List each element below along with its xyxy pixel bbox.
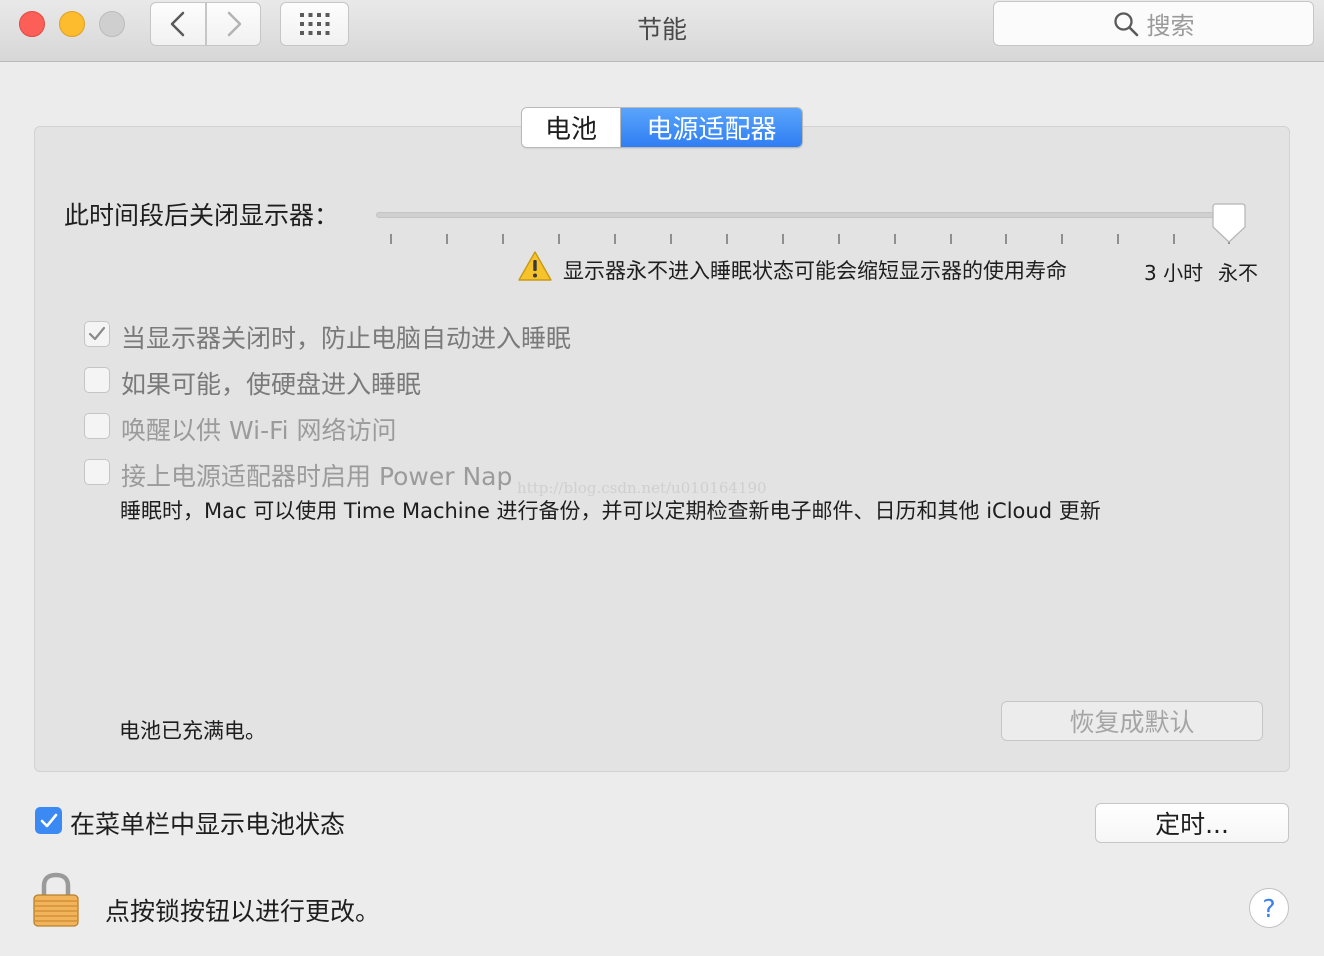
schedule-button[interactable]: 定时... bbox=[1095, 803, 1289, 843]
display-sleep-warning: 显示器永不进入睡眠状态可能会缩短显示器的使用寿命 bbox=[563, 259, 1067, 283]
power-nap-description: 睡眠时，Mac 可以使用 Time Machine 进行备份，并可以定期检查新电… bbox=[120, 499, 1101, 523]
tick-label-3-hours: 3 小时 bbox=[1144, 261, 1204, 285]
checkmark-icon bbox=[40, 813, 57, 827]
slider-tick bbox=[894, 234, 896, 244]
slider-tick bbox=[726, 234, 728, 244]
tab-battery[interactable]: 电池 bbox=[522, 108, 621, 147]
slider-tick bbox=[838, 234, 840, 244]
hard-disk-sleep-checkbox[interactable] bbox=[84, 367, 110, 393]
hard-disk-sleep-label: 如果可能，使硬盘进入睡眠 bbox=[121, 370, 422, 399]
slider-tick bbox=[1005, 234, 1007, 244]
slider-tick bbox=[670, 234, 672, 244]
search-placeholder: 搜索 bbox=[1146, 12, 1195, 40]
title-bar: 节能 搜索 bbox=[0, 0, 1324, 62]
tick-label-never: 永不 bbox=[1218, 261, 1258, 285]
show-battery-status-checkbox[interactable] bbox=[35, 807, 62, 834]
slider-tick bbox=[1061, 234, 1063, 244]
power-source-tabs: 电池 电源适配器 bbox=[521, 107, 803, 148]
prevent-sleep-checkbox[interactable] bbox=[84, 321, 110, 347]
slider-tick bbox=[1173, 234, 1175, 244]
display-sleep-label: 此时间段后关闭显示器： bbox=[64, 201, 340, 230]
lock-icon[interactable] bbox=[32, 872, 80, 928]
slider-tick bbox=[950, 234, 952, 244]
wake-wifi-checkbox[interactable] bbox=[84, 413, 110, 439]
search-field[interactable]: 搜索 bbox=[993, 1, 1314, 46]
display-sleep-slider-track[interactable] bbox=[376, 212, 1243, 218]
search-icon bbox=[1113, 11, 1138, 36]
slider-tick bbox=[446, 234, 448, 244]
power-nap-label: 接上电源适配器时启用 Power Nap bbox=[121, 462, 513, 491]
slider-tick bbox=[390, 234, 392, 244]
display-sleep-slider-thumb[interactable] bbox=[1212, 203, 1246, 243]
restore-defaults-button[interactable]: 恢复成默认 bbox=[1001, 701, 1263, 741]
slider-tick bbox=[782, 234, 784, 244]
wake-wifi-label: 唤醒以供 Wi-Fi 网络访问 bbox=[121, 416, 397, 445]
lock-instructions: 点按锁按钮以进行更改。 bbox=[105, 897, 381, 926]
show-battery-status-label: 在菜单栏中显示电池状态 bbox=[70, 810, 346, 839]
prevent-sleep-label: 当显示器关闭时，防止电脑自动进入睡眠 bbox=[121, 324, 572, 353]
battery-status: 电池已充满电。 bbox=[119, 719, 266, 743]
slider-tick bbox=[502, 234, 504, 244]
checkmark-icon bbox=[88, 326, 106, 341]
slider-tick bbox=[1117, 234, 1119, 244]
tab-power-adapter[interactable]: 电源适配器 bbox=[621, 108, 802, 147]
help-button[interactable]: ? bbox=[1249, 888, 1289, 928]
warning-icon bbox=[518, 251, 552, 281]
slider-tick bbox=[614, 234, 616, 244]
power-nap-checkbox[interactable] bbox=[84, 459, 110, 485]
slider-tick bbox=[558, 234, 560, 244]
